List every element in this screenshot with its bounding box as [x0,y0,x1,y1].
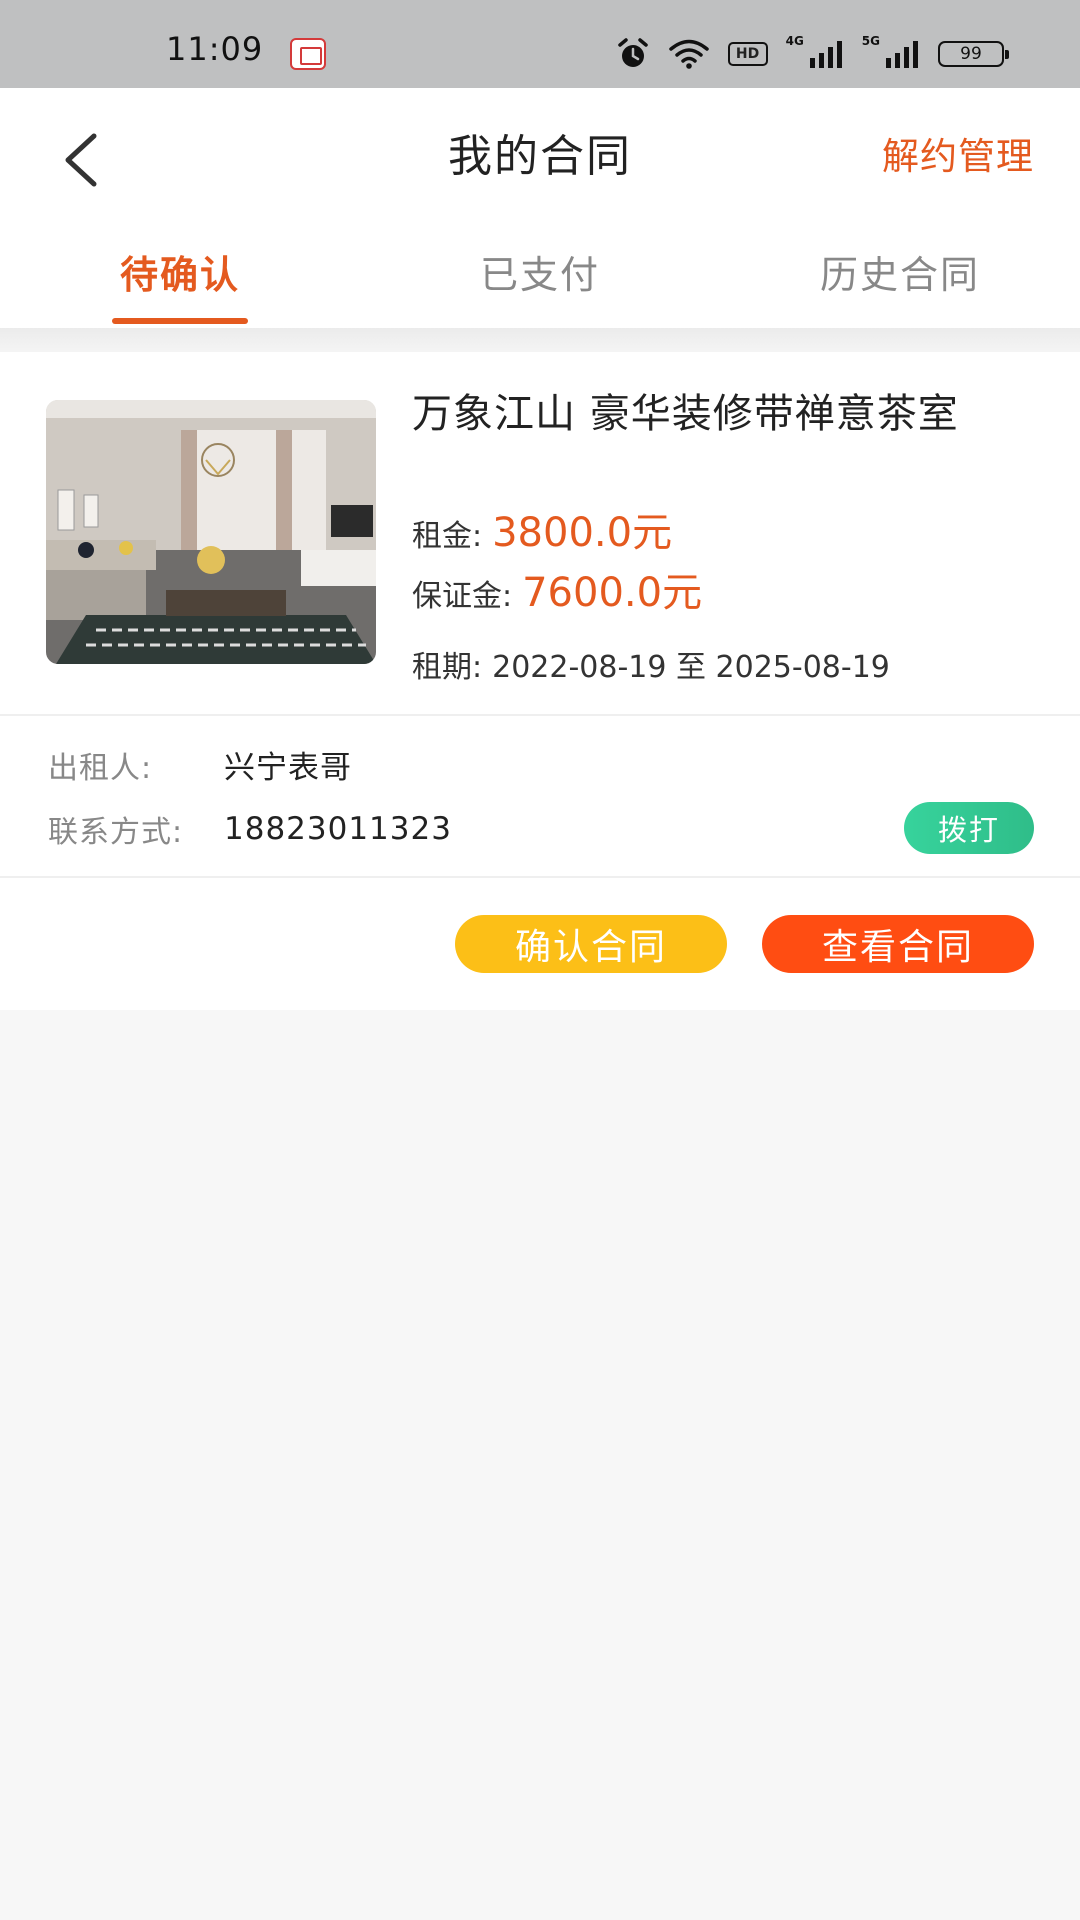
house-photo[interactable] [46,400,376,664]
house-title[interactable]: 万象江山 豪华装修带禅意茶室 [412,388,1022,440]
status-icons: HD 4G 5G 99 [616,34,1009,72]
deposit-value: 7600.0元 [522,570,703,616]
tab-label: 待确认 [119,253,240,297]
alarm-icon [617,38,648,67]
deposit-row: 保证金: 7600.0元 [412,560,702,618]
app-notification-icon [290,38,326,70]
contact-row: 联系方式: 18823011323 [48,807,452,851]
tab-paid[interactable]: 已支付 [360,218,720,328]
tab-pending-confirm[interactable]: 待确认 [0,218,360,328]
view-contract-button[interactable]: 查看合同 [762,915,1034,973]
landlord-row: 出租人: 兴宁表哥 [48,742,352,787]
contract-tabs: 待确认 已支付 历史合同 [0,218,1080,328]
tabs-divider [0,328,1080,352]
active-tab-indicator [112,318,248,324]
hd-icon: HD [727,42,768,66]
tab-label: 历史合同 [819,253,980,297]
4g-signal-icon [809,41,842,68]
landlord-name: 兴宁表哥 [224,750,352,786]
divider [0,876,1080,878]
rent-value: 3800.0元 [492,510,673,556]
landlord-label: 出租人: [48,750,153,786]
deposit-label: 保证金: [412,579,513,614]
4g-label: 4G [785,34,804,48]
divider [0,714,1080,716]
wifi-icon [668,39,709,69]
battery-icon: 99 [938,41,1009,67]
contact-phone: 18823011323 [224,811,452,847]
rent-row: 租金: 3800.0元 [412,500,672,558]
call-button[interactable]: 拨打 [904,802,1034,854]
status-time: 11:09 [166,30,264,68]
5g-label: 5G [861,34,880,48]
5g-signal-icon [886,41,918,68]
status-bar: 11:09 HD 4G 5G 99 [0,0,1080,88]
confirm-contract-button[interactable]: 确认合同 [455,915,727,973]
contract-card[interactable]: 万象江山 豪华装修带禅意茶室 租金: 3800.0元 保证金: 7600.0元 … [0,352,1080,1010]
termination-management-link[interactable]: 解约管理 [882,126,1034,180]
battery-level: 99 [960,44,982,64]
tab-label: 已支付 [479,253,600,297]
tab-history[interactable]: 历史合同 [720,218,1080,328]
rent-label: 租金: [412,519,483,554]
app-header: 我的合同 解约管理 [0,88,1080,218]
term-label: 租期: [412,650,483,685]
contact-label: 联系方式: [48,815,184,850]
lease-term-row: 租期: 2022-08-19 至 2025-08-19 [412,642,890,686]
term-value: 2022-08-19 至 2025-08-19 [492,650,890,685]
